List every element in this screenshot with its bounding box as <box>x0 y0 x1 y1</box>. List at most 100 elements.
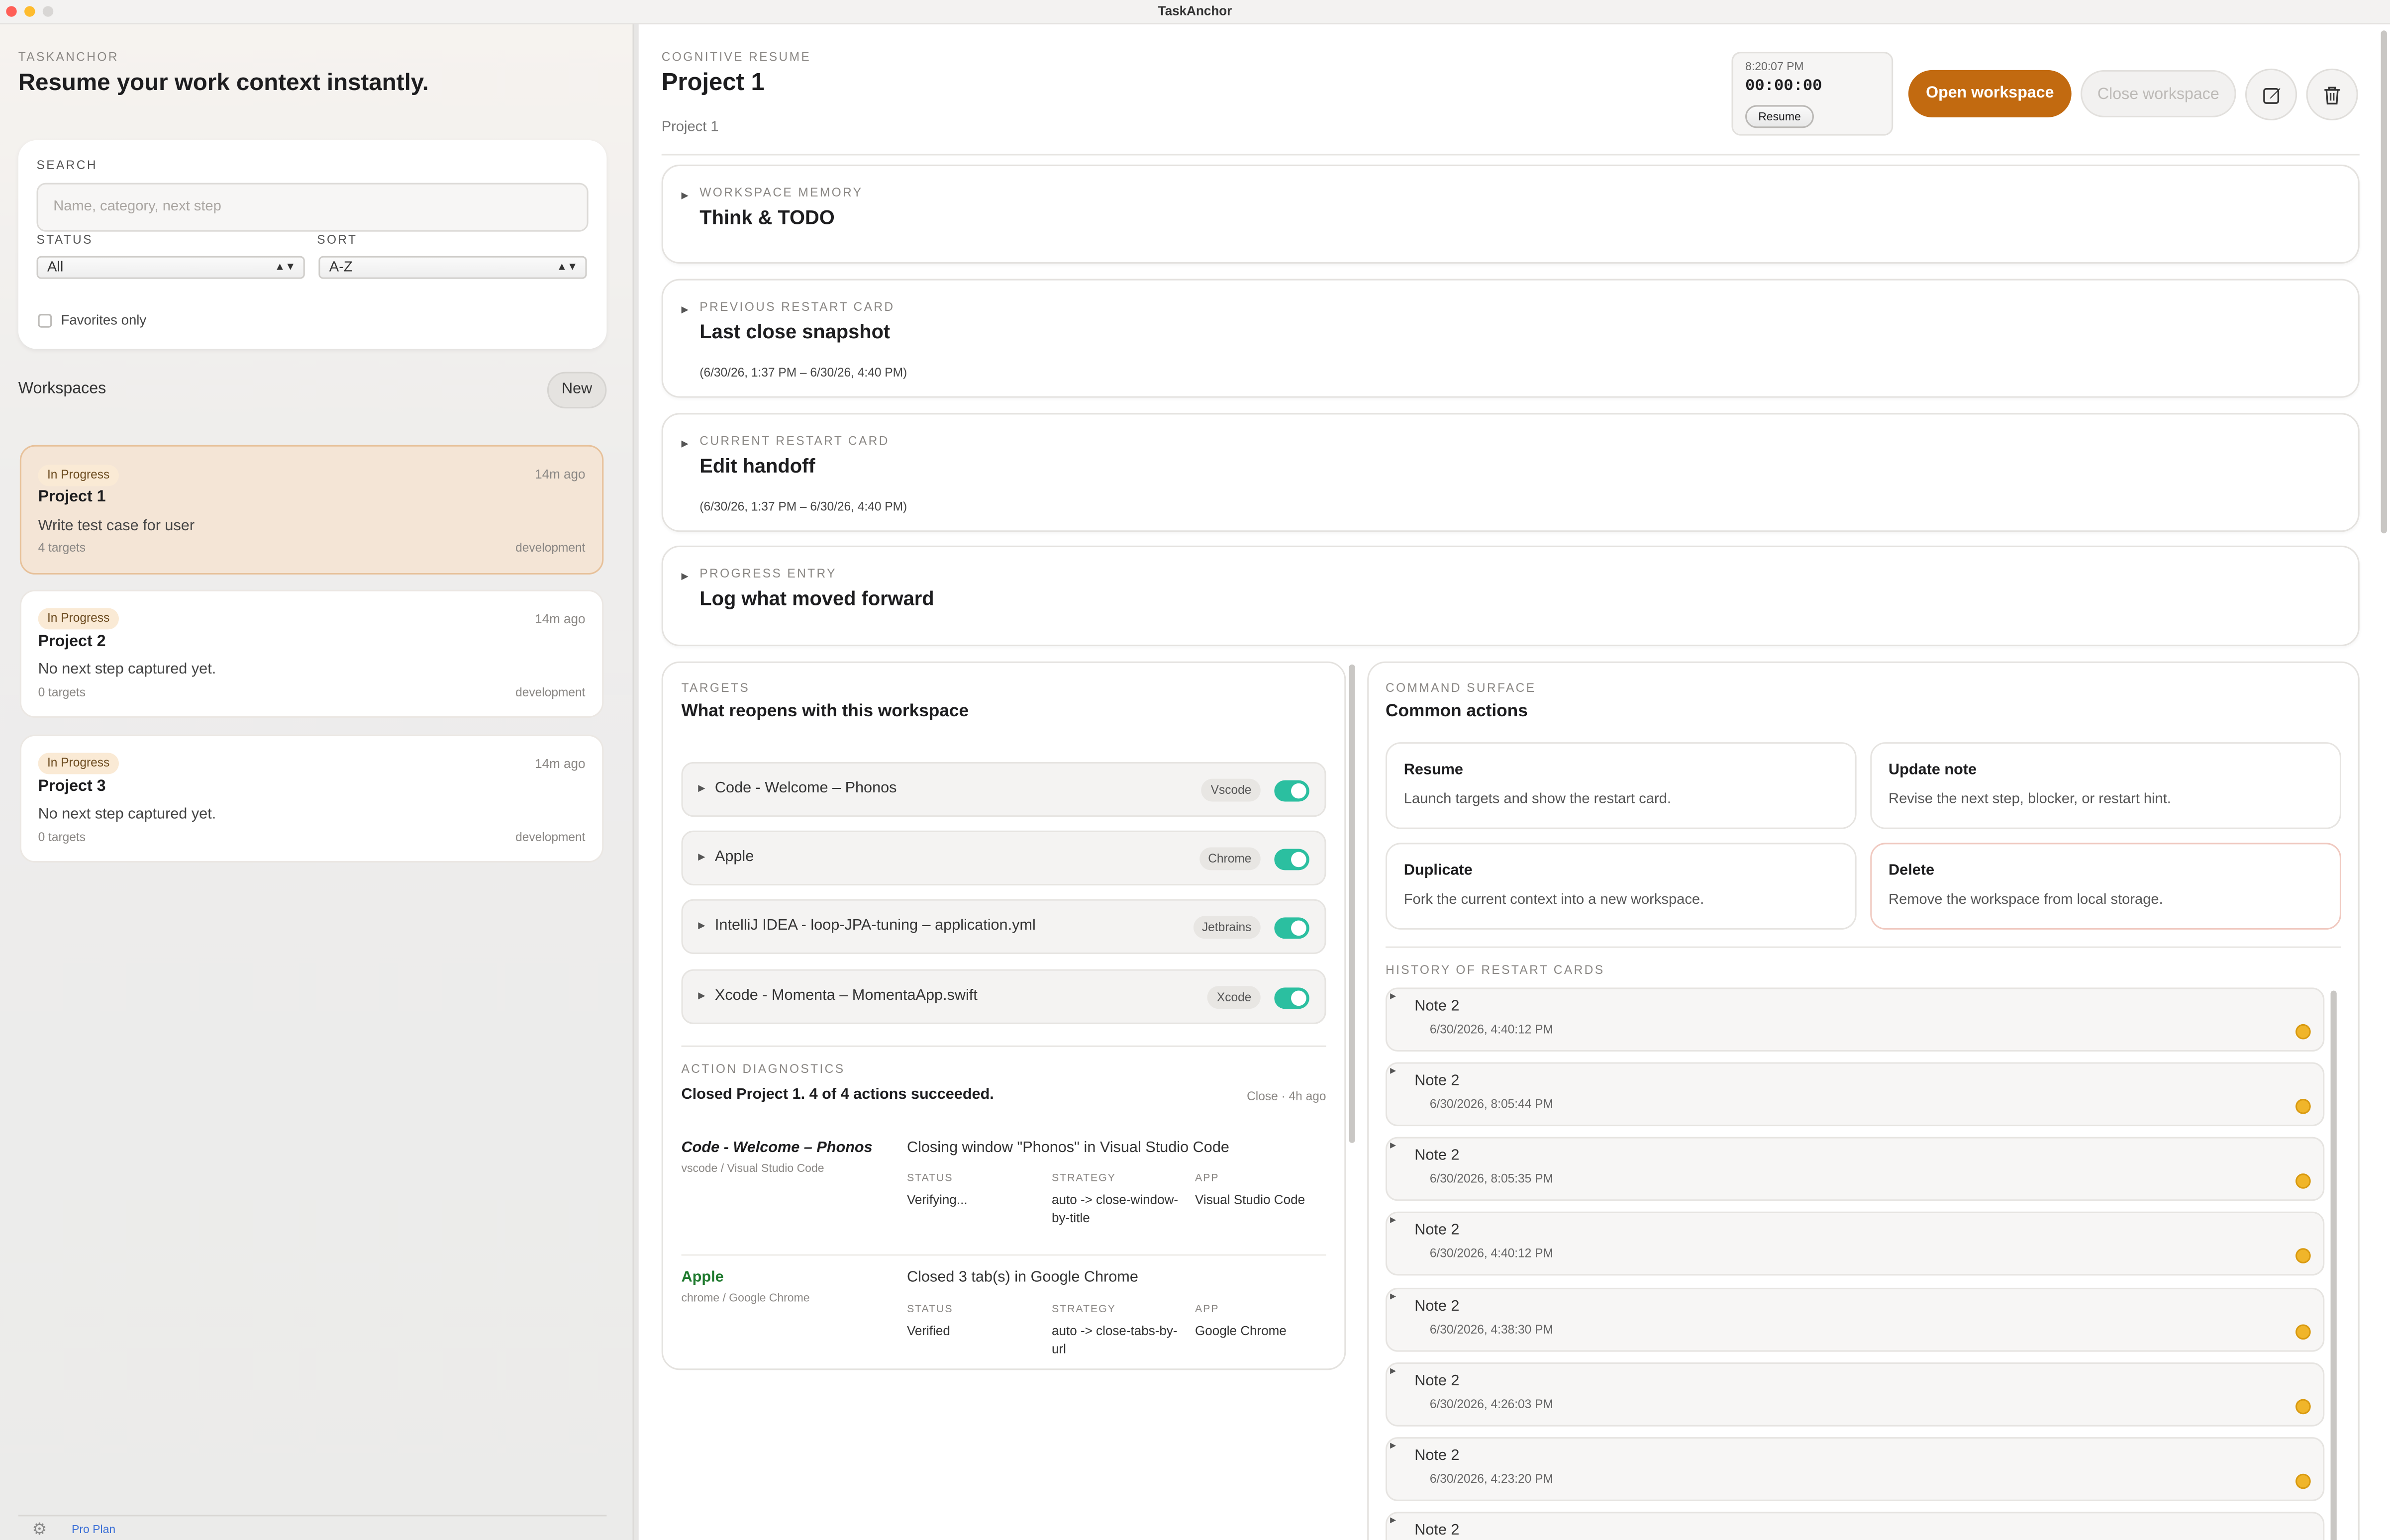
gear-icon[interactable]: ⚙ <box>32 1520 47 1540</box>
target-row[interactable]: ▶ Xcode - Momenta – MomentaApp.swift Xco… <box>681 969 1326 1024</box>
workspace-card-project-3[interactable]: In Progress 14m ago Project 3 No next st… <box>19 734 604 863</box>
target-toggle[interactable] <box>1274 987 1309 1009</box>
sidebar-divider[interactable] <box>632 24 639 1540</box>
workspace-name: Project 3 <box>38 777 106 796</box>
section-workspace-memory[interactable]: ▶ WORKSPACE MEMORY Think & TODO <box>661 164 2360 264</box>
status-select[interactable]: All ▲▼ <box>36 256 305 279</box>
history-item[interactable]: ▶ Note 2 6/30/2026, 4:23:20 PM <box>1385 1437 2325 1501</box>
target-row[interactable]: ▶ Code - Welcome – Phonos Vscode <box>681 762 1326 817</box>
open-workspace-button[interactable]: Open workspace <box>1908 70 2072 117</box>
history-note: Note 2 <box>1414 1522 1460 1540</box>
history-item[interactable]: ▶ Note 2 6/30/2026, 8:05:35 PM <box>1385 1137 2325 1201</box>
disclosure-triangle-icon[interactable]: ▶ <box>1390 1216 1396 1225</box>
action-description: Fork the current context into a new work… <box>1403 891 1704 909</box>
history-item[interactable]: ▶ Note 2 6/30/2026, 8:05:44 PM <box>1385 1062 2325 1127</box>
section-title: Think & TODO <box>699 205 835 229</box>
history-item[interactable]: ▶ Note 2 6/30/2026, 4:26:03 PM <box>1385 1362 2325 1427</box>
target-label: Xcode - Momenta – MomentaApp.swift <box>714 987 978 1005</box>
update-note-action[interactable]: Update note Revise the next step, blocke… <box>1870 742 2341 829</box>
history-scrollbar[interactable] <box>2330 990 2337 1540</box>
duplicate-action[interactable]: Duplicate Fork the current context into … <box>1385 843 1857 930</box>
disclosure-triangle-icon[interactable]: ▶ <box>682 439 689 449</box>
target-row[interactable]: ▶ IntelliJ IDEA - loop-JPA-tuning – appl… <box>681 899 1326 954</box>
disclosure-triangle-icon[interactable]: ▶ <box>1390 1067 1396 1076</box>
history-note: Note 2 <box>1414 1148 1460 1164</box>
action-title: Resume <box>1403 762 1463 779</box>
section-progress-entry[interactable]: ▶ PROGRESS ENTRY Log what moved forward <box>661 545 2360 647</box>
diagnostic-status: Verifying... <box>906 1191 968 1207</box>
diagnostic-strategy: auto -> close-window-by-title <box>1052 1191 1179 1226</box>
header-eyebrow: COGNITIVE RESUME <box>661 50 811 64</box>
delete-button[interactable] <box>2306 68 2358 121</box>
new-workspace-button[interactable]: New <box>547 372 607 409</box>
section-current-restart-card[interactable]: ▶ CURRENT RESTART CARD Edit handoff (6/3… <box>661 413 2360 532</box>
disclosure-triangle-icon[interactable]: ▶ <box>1390 1142 1396 1151</box>
pro-plan-link[interactable]: Pro Plan <box>72 1523 115 1537</box>
history-item[interactable]: ▶ Note 2 6/30/2026, 4:40:12 PM <box>1385 1211 2325 1276</box>
workspace-card-project-2[interactable]: In Progress 14m ago Project 2 No next st… <box>19 589 604 718</box>
history-status-dot <box>2295 1248 2311 1263</box>
diagnostics-divider <box>681 1045 1326 1047</box>
disclosure-triangle-icon[interactable]: ▶ <box>1390 1292 1396 1301</box>
targets-scrollbar[interactable] <box>1349 664 1355 1143</box>
status-column-label: STATUS <box>906 1304 953 1316</box>
disclosure-triangle-icon[interactable]: ▶ <box>682 191 689 201</box>
action-title: Duplicate <box>1403 863 1473 879</box>
history-note: Note 2 <box>1414 1072 1460 1090</box>
diagnostic-target-source: chrome / Google Chrome <box>681 1291 810 1305</box>
history-note: Note 2 <box>1414 1447 1460 1465</box>
app-eyebrow: TASKANCHOR <box>18 50 119 64</box>
disclosure-triangle-icon[interactable]: ▶ <box>682 572 689 582</box>
delete-action[interactable]: Delete Remove the workspace from local s… <box>1870 843 2341 930</box>
resume-action[interactable]: Resume Launch targets and show the resta… <box>1385 742 1857 829</box>
target-app-chip: Xcode <box>1207 986 1261 1009</box>
history-status-dot <box>2295 1098 2311 1114</box>
history-note: Note 2 <box>1414 1222 1460 1239</box>
sidebar-headline: Resume your work context instantly. <box>18 70 429 96</box>
disclosure-triangle-icon[interactable]: ▶ <box>698 783 705 794</box>
sort-select[interactable]: A-Z ▲▼ <box>318 256 587 279</box>
window-title: TaskAnchor <box>1158 3 1232 18</box>
history-item[interactable]: ▶ Note 2 <box>1385 1512 2325 1540</box>
disclosure-triangle-icon[interactable]: ▶ <box>698 921 705 931</box>
workspaces-heading: Workspaces <box>18 379 106 398</box>
search-input[interactable]: Name, category, next step <box>36 183 589 232</box>
action-title: Update note <box>1889 762 1977 779</box>
workspace-card-project-1[interactable]: In Progress 14m ago Project 1 Write test… <box>19 445 604 575</box>
disclosure-triangle-icon[interactable]: ▶ <box>1390 1442 1396 1450</box>
target-toggle[interactable] <box>1274 780 1309 802</box>
status-badge: In Progress <box>38 465 119 486</box>
edit-button[interactable] <box>2245 68 2297 121</box>
workspace-next-step: No next step captured yet. <box>38 661 216 678</box>
diagnostics-summary: Closed Project 1. 4 of 4 actions succeed… <box>681 1086 994 1104</box>
disclosure-triangle-icon[interactable]: ▶ <box>698 990 705 1001</box>
diagnostic-message: Closing window "Phonos" in Visual Studio… <box>906 1140 1229 1157</box>
workspace-category: development <box>515 541 586 555</box>
workspace-targets: 0 targets <box>38 830 86 845</box>
timer-resume-button[interactable]: Resume <box>1745 105 1814 128</box>
edit-icon <box>2262 87 2280 103</box>
disclosure-triangle-icon[interactable]: ▶ <box>698 852 705 863</box>
disclosure-triangle-icon[interactable]: ▶ <box>1390 992 1396 1001</box>
target-row[interactable]: ▶ Apple Chrome <box>681 830 1326 886</box>
target-toggle[interactable] <box>1274 917 1309 939</box>
history-eyebrow: HISTORY OF RESTART CARDS <box>1385 963 1605 977</box>
page-subtitle: Project 1 <box>661 118 719 136</box>
section-previous-restart-card[interactable]: ▶ PREVIOUS RESTART CARD Last close snaps… <box>661 279 2360 398</box>
history-item[interactable]: ▶ Note 2 6/30/2026, 4:38:30 PM <box>1385 1287 2325 1352</box>
action-title: Delete <box>1889 863 1935 879</box>
history-timestamp: 6/30/2026, 8:05:35 PM <box>1429 1172 1553 1186</box>
diagnostic-status: Verified <box>906 1323 950 1339</box>
disclosure-triangle-icon[interactable]: ▶ <box>1390 1367 1396 1376</box>
target-toggle[interactable] <box>1274 849 1309 870</box>
section-title: Log what moved forward <box>699 586 934 610</box>
main-scrollbar[interactable] <box>2381 30 2387 534</box>
disclosure-triangle-icon[interactable]: ▶ <box>1390 1516 1396 1525</box>
close-workspace-button[interactable]: Close workspace <box>2081 70 2236 117</box>
disclosure-triangle-icon[interactable]: ▶ <box>682 305 689 315</box>
favorites-checkbox[interactable] <box>38 314 52 328</box>
select-arrows-icon: ▲▼ <box>274 262 296 273</box>
history-item[interactable]: ▶ Note 2 6/30/2026, 4:40:12 PM <box>1385 987 2325 1052</box>
workspace-time: 14m ago <box>535 756 586 771</box>
commands-title: Common actions <box>1385 702 1528 721</box>
